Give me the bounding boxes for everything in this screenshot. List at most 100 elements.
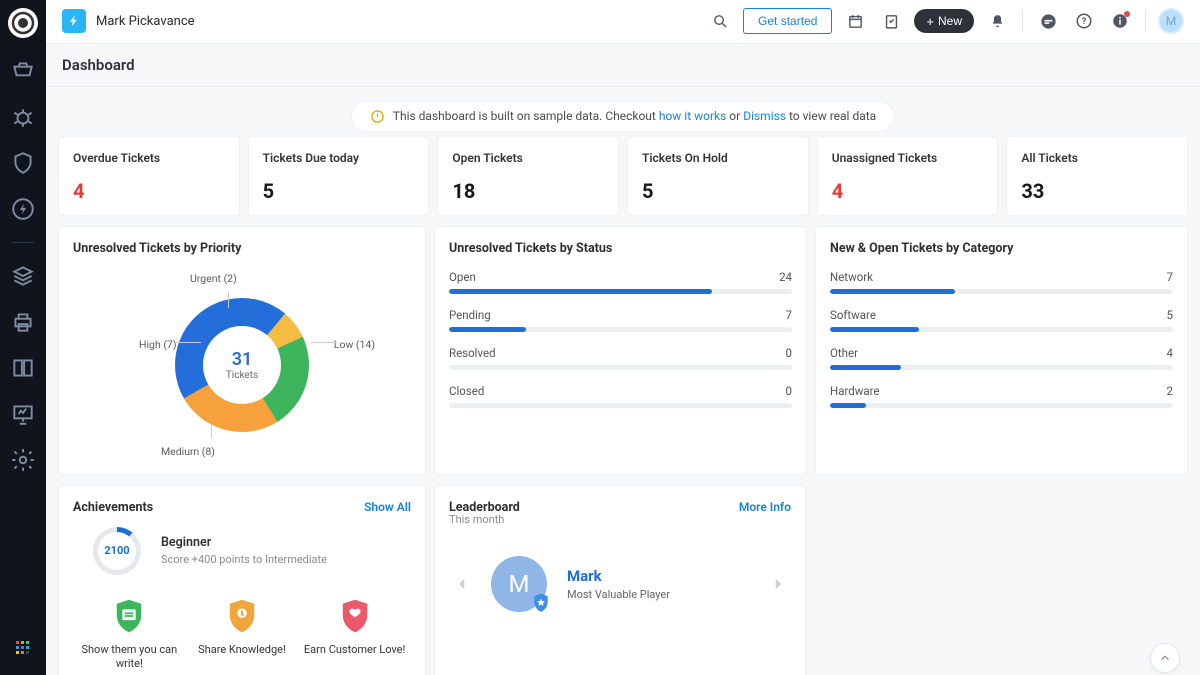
shield-icon[interactable] [10,150,36,176]
brand-badge-icon[interactable] [62,9,86,33]
leaderboard-role: Most Valuable Player [567,588,670,601]
scroll-to-top-button[interactable] [1150,643,1180,673]
info-notification-dot [1124,11,1130,17]
new-button[interactable]: +New [914,9,974,33]
help-icon[interactable]: ? [1071,8,1097,34]
bar-value: 5 [1167,308,1173,322]
donut-center-label: Tickets [226,370,258,381]
search-icon[interactable] [707,8,733,34]
bar-value: 4 [1167,346,1173,360]
bar-row: Pending 7 [449,308,792,332]
stat-card[interactable]: Open Tickets18 [437,136,619,216]
book-icon[interactable] [10,355,36,381]
stat-label: Tickets On Hold [642,151,794,165]
warning-info-icon [370,109,385,124]
info-icon[interactable] [1107,8,1133,34]
panel-title: Unresolved Tickets by Status [449,241,792,256]
achievement-badge[interactable]: Share Knowledge! [187,597,297,672]
stat-card[interactable]: Tickets Due today 5 [248,136,430,216]
svg-text:?: ? [1082,17,1087,27]
settings-gear-icon[interactable] [10,447,36,473]
stat-card[interactable]: All Tickets 33 [1006,136,1188,216]
leaderboard-name: Mark [567,567,670,585]
leaderboard-next-button[interactable] [769,575,787,593]
bolt-circle-icon[interactable] [10,196,36,222]
workspace-name: Mark Pickavance [96,14,195,29]
bar-row: Software5 [830,308,1173,332]
bar-label: Closed [449,384,484,398]
leaderboard-panel: Leaderboard More Info This month M Mark … [434,485,806,675]
category-panel: New & Open Tickets by Category Network7S… [815,226,1188,475]
badge-label: Earn Customer Love! [304,643,405,657]
bar-track [449,403,792,408]
score-ring: 2100 [93,527,141,575]
bar-track [449,327,792,332]
donut-label-low: Low (14) [334,338,375,351]
dashboard-content: This dashboard is built on sample data. … [46,87,1200,675]
notifications-bell-icon[interactable] [984,8,1010,34]
priority-donut-chart: 31 Tickets Urgent (2) High (7) Medium (8… [73,270,411,460]
level-hint: Score +400 points to Intermediate [161,553,327,566]
leaderboard-prev-button[interactable] [453,575,471,593]
bar-label: Other [830,346,858,360]
stat-card[interactable]: Tickets On Hold5 [627,136,809,216]
bar-label: Pending [449,308,491,322]
bar-label: Network [830,270,873,284]
bar-track [449,365,792,370]
user-avatar[interactable]: M [1158,8,1184,34]
stat-cards-row: Overdue Tickets4 Tickets Due today 5 Open T… [58,136,1188,216]
left-nav-rail [0,0,46,675]
page-header: Dashboard [46,44,1200,87]
rail-separator [12,242,34,243]
score-value: 2100 [104,544,129,557]
new-button-label: New [938,14,962,28]
bar-value: 0 [786,346,792,360]
app-logo-icon[interactable] [8,8,38,38]
donut-label-high: High (7) [139,338,176,351]
donut-center-value: 31 [232,349,253,370]
notice-text: This dashboard is built on sample data. … [393,109,659,123]
badge-shield-icon [338,597,372,635]
printer-icon[interactable] [10,309,36,335]
dismiss-link[interactable]: Dismiss [743,109,786,123]
stat-label: Open Tickets [452,151,604,165]
achievements-panel: Achievements Show All 2100 Beginner Scor… [58,485,426,675]
show-all-link[interactable]: Show All [364,500,411,514]
bar-label: Hardware [830,384,880,398]
more-info-link[interactable]: More Info [739,500,791,514]
bar-track [830,327,1173,332]
bar-value: 2 [1167,384,1173,398]
bug-icon[interactable] [10,104,36,130]
bar-track [449,289,792,294]
level-name: Beginner [161,535,327,550]
how-it-works-link[interactable]: how it works [659,109,726,123]
badge-shield-icon [112,597,146,635]
stat-label: All Tickets [1021,151,1173,165]
get-started-button[interactable]: Get started [743,8,832,34]
achievement-badge[interactable]: Earn Customer Love! [300,597,410,672]
bar-row: Closed 0 [449,384,792,408]
bar-value: 0 [786,384,792,398]
stat-value: 5 [263,179,415,203]
bar-value: 7 [786,308,792,322]
bar-row: Open24 [449,270,792,294]
panel-title: Unresolved Tickets by Priority [73,241,411,256]
achievement-badge[interactable]: Show them you can write! [74,597,184,672]
stat-label: Tickets Due today [263,151,415,165]
bar-track [830,365,1173,370]
ticket-icon[interactable] [10,58,36,84]
page-title: Dashboard [62,56,1184,74]
calendar-icon[interactable] [842,8,868,34]
bar-label: Resolved [449,346,496,360]
presentation-icon[interactable] [10,401,36,427]
leaderboard-avatar-initial: M [509,570,530,598]
stat-card[interactable]: Unassigned Tickets4 [817,136,999,216]
stat-card[interactable]: Overdue Tickets4 [58,136,240,216]
chat-icon[interactable] [1035,8,1061,34]
apps-grid-icon[interactable] [10,635,36,661]
layers-icon[interactable] [10,263,36,289]
stat-value: 33 [1021,179,1173,203]
badge-shield-icon [225,597,259,635]
checklist-icon[interactable] [878,8,904,34]
leaderboard-avatar: M [491,556,547,612]
